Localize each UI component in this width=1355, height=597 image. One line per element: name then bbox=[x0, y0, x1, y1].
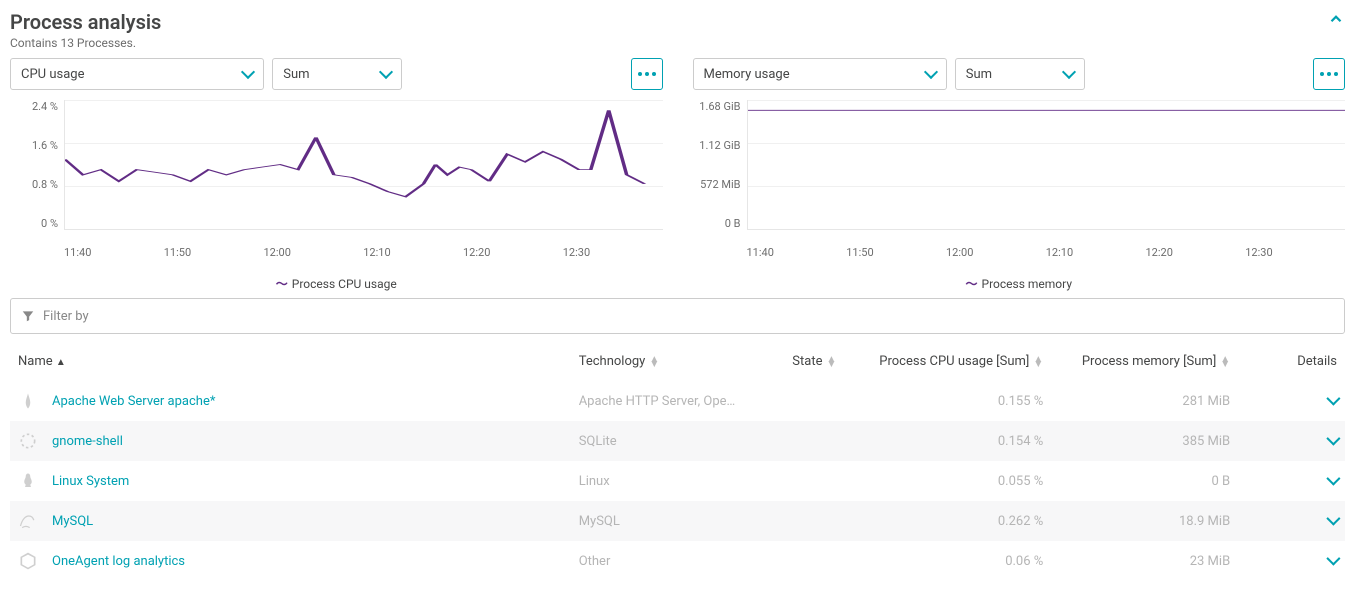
cpu-aggregation-dropdown[interactable]: Sum bbox=[272, 58, 402, 90]
technology-icon bbox=[18, 391, 38, 411]
memory-aggregation-dropdown[interactable]: Sum bbox=[955, 58, 1085, 90]
technology-icon bbox=[18, 471, 38, 491]
col-tech[interactable]: Technology▲▼ bbox=[571, 342, 785, 381]
state-cell bbox=[784, 461, 864, 501]
state-cell bbox=[784, 541, 864, 581]
cpu-cell: 0.262 % bbox=[864, 501, 1051, 541]
table-row: Apache Web Server apache* Apache HTTP Ser… bbox=[10, 381, 1345, 421]
table-row: gnome-shell SQLite 0.154 %385 MiB bbox=[10, 421, 1345, 461]
expand-row-button[interactable] bbox=[1326, 511, 1340, 525]
table-row: Linux System Linux 0.055 %0 B bbox=[10, 461, 1345, 501]
mem-cell: 385 MiB bbox=[1051, 421, 1238, 461]
technology-icon bbox=[18, 551, 38, 571]
cpu-metric-dropdown[interactable]: CPU usage bbox=[10, 58, 264, 90]
process-link[interactable]: MySQL bbox=[52, 514, 93, 529]
state-cell bbox=[784, 501, 864, 541]
expand-row-button[interactable] bbox=[1326, 551, 1340, 565]
cpu-legend: 〜Process CPU usage bbox=[10, 275, 663, 292]
state-cell bbox=[784, 421, 864, 461]
mem-cell: 23 MiB bbox=[1051, 541, 1238, 581]
cpu-chart-panel: CPU usage Sum 2.4 % 1.6 % 0.8 % 0 % 11 bbox=[10, 58, 663, 292]
filter-placeholder: Filter by bbox=[43, 309, 89, 324]
process-table: Name ▲ Technology▲▼ State▲▼ Process CPU … bbox=[10, 342, 1345, 581]
technology-cell: SQLite bbox=[571, 421, 785, 461]
cpu-y-axis: 2.4 % 1.6 % 0.8 % 0 % bbox=[10, 100, 64, 230]
memory-x-axis: 11:40 11:50 12:00 12:10 12:20 12:30 bbox=[747, 246, 1346, 259]
memory-y-axis: 1.68 GiB 1.12 GiB 572 MiB 0 B bbox=[693, 100, 747, 230]
table-row: MySQL MySQL 0.262 %18.9 MiB bbox=[10, 501, 1345, 541]
technology-icon bbox=[18, 511, 38, 531]
mem-cell: 18.9 MiB bbox=[1051, 501, 1238, 541]
technology-cell: MySQL bbox=[571, 501, 785, 541]
expand-row-button[interactable] bbox=[1326, 391, 1340, 405]
process-link[interactable]: Apache Web Server apache* bbox=[52, 394, 215, 409]
technology-cell: Other bbox=[571, 541, 785, 581]
filter-input[interactable]: Filter by bbox=[10, 298, 1345, 334]
technology-icon bbox=[18, 431, 38, 451]
page-subtitle: Contains 13 Processes. bbox=[10, 36, 161, 50]
collapse-section-button[interactable] bbox=[1327, 10, 1345, 32]
filter-icon bbox=[21, 309, 35, 323]
technology-cell: Apache HTTP Server, Ope… bbox=[571, 381, 785, 421]
trend-icon: 〜 bbox=[966, 277, 978, 291]
memory-chart-panel: Memory usage Sum 1.68 GiB 1.12 GiB 572 M… bbox=[693, 58, 1346, 292]
cpu-x-axis: 11:40 11:50 12:00 12:10 12:20 12:30 bbox=[64, 246, 663, 259]
mem-cell: 281 MiB bbox=[1051, 381, 1238, 421]
cpu-more-button[interactable] bbox=[631, 58, 663, 90]
cpu-plot[interactable] bbox=[64, 100, 663, 230]
page-title: Process analysis bbox=[10, 10, 161, 34]
table-row: OneAgent log analytics Other 0.06 %23 MiB bbox=[10, 541, 1345, 581]
cpu-cell: 0.055 % bbox=[864, 461, 1051, 501]
cpu-cell: 0.154 % bbox=[864, 421, 1051, 461]
technology-cell: Linux bbox=[571, 461, 785, 501]
col-details: Details bbox=[1238, 342, 1345, 381]
memory-plot[interactable] bbox=[747, 100, 1346, 230]
cpu-cell: 0.155 % bbox=[864, 381, 1051, 421]
trend-icon: 〜 bbox=[276, 277, 288, 291]
col-state[interactable]: State▲▼ bbox=[784, 342, 864, 381]
expand-row-button[interactable] bbox=[1326, 471, 1340, 485]
col-cpu[interactable]: Process CPU usage [Sum]▲▼ bbox=[864, 342, 1051, 381]
process-link[interactable]: gnome-shell bbox=[52, 434, 123, 449]
memory-metric-dropdown[interactable]: Memory usage bbox=[693, 58, 947, 90]
process-link[interactable]: Linux System bbox=[52, 474, 129, 489]
state-cell bbox=[784, 381, 864, 421]
process-link[interactable]: OneAgent log analytics bbox=[52, 554, 185, 569]
memory-more-button[interactable] bbox=[1313, 58, 1345, 90]
col-mem[interactable]: Process memory [Sum]▲▼ bbox=[1051, 342, 1238, 381]
cpu-cell: 0.06 % bbox=[864, 541, 1051, 581]
memory-legend: 〜Process memory bbox=[693, 275, 1346, 292]
col-name[interactable]: Name ▲ bbox=[10, 342, 571, 381]
expand-row-button[interactable] bbox=[1326, 431, 1340, 445]
mem-cell: 0 B bbox=[1051, 461, 1238, 501]
